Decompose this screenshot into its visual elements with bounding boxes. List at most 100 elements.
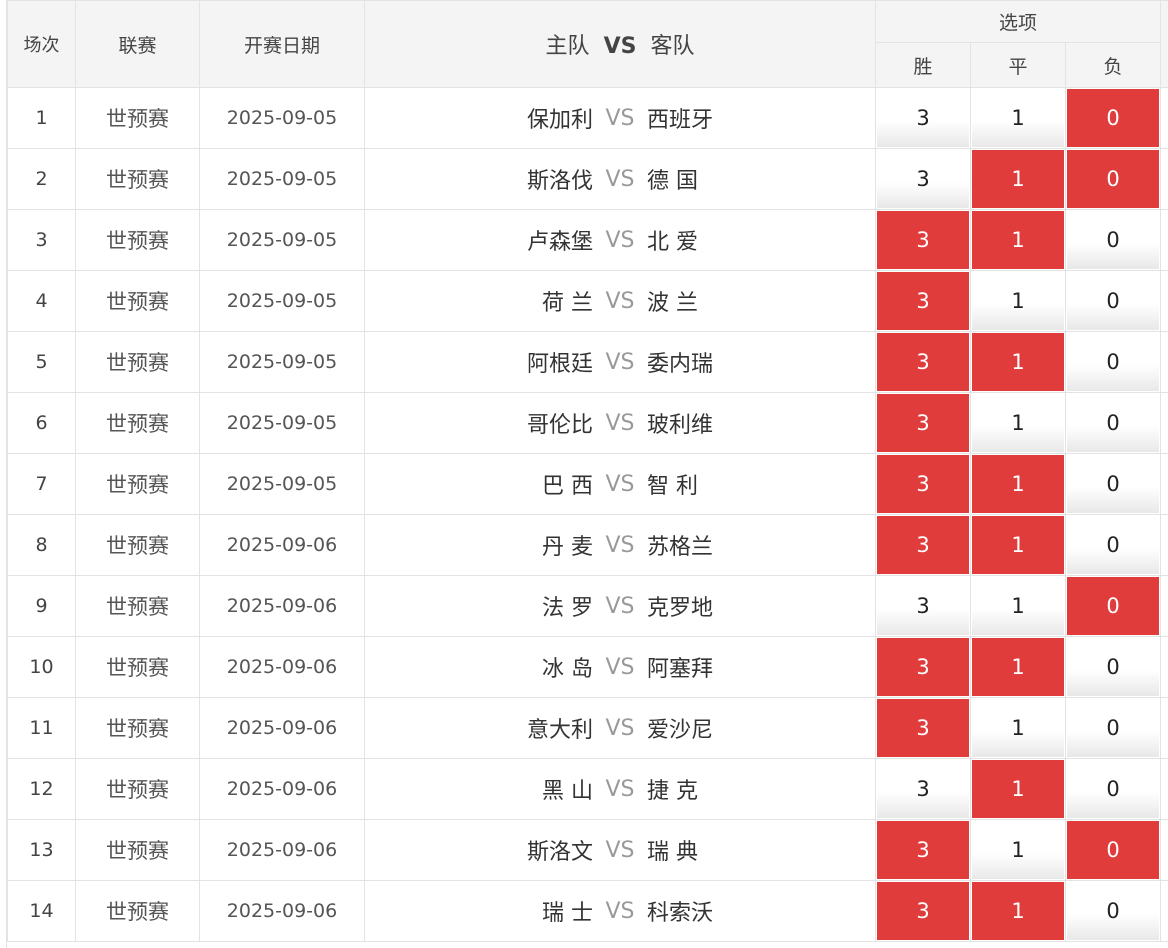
- header-index: 场次: [7, 0, 76, 88]
- vs-label: VS: [605, 715, 635, 741]
- match-teams: 保加利 VS 西班牙: [364, 87, 876, 149]
- option-lose-button[interactable]: 0: [1067, 272, 1160, 330]
- option-lose-button[interactable]: 0: [1067, 699, 1160, 757]
- option-lose-button[interactable]: 0: [1067, 821, 1160, 879]
- option-win-button[interactable]: 3: [877, 821, 969, 879]
- match-index: 10: [7, 636, 76, 698]
- vs-label: VS: [605, 349, 635, 375]
- vs-label: VS: [605, 288, 635, 314]
- option-draw-button[interactable]: 1: [972, 638, 1064, 696]
- away-team: 玻利维: [647, 413, 714, 438]
- vs-label: VS: [605, 776, 635, 802]
- option-win-button[interactable]: 3: [877, 211, 969, 269]
- match-teams: 冰 岛 VS 阿塞拜: [364, 636, 876, 698]
- league-name: 世预赛: [75, 87, 200, 149]
- vs-label: VS: [605, 471, 635, 497]
- row-spacer: [1160, 636, 1168, 698]
- option-lose-button[interactable]: 0: [1067, 516, 1160, 574]
- vs-label: VS: [605, 837, 635, 863]
- option-lose-button[interactable]: 0: [1067, 89, 1160, 147]
- match-date: 2025-09-06: [199, 758, 365, 820]
- option-lose-button[interactable]: 0: [1067, 394, 1160, 452]
- option-lose-button[interactable]: 0: [1067, 638, 1160, 696]
- option-win-button[interactable]: 3: [877, 638, 969, 696]
- match-teams: 丹 麦 VS 苏格兰: [364, 514, 876, 576]
- league-name: 世预赛: [75, 331, 200, 393]
- row-spacer: [1160, 331, 1168, 393]
- option-win-button[interactable]: 3: [877, 699, 969, 757]
- header-win: 胜: [875, 42, 971, 88]
- table-row: 5 世预赛 2025-09-05 阿根廷 VS 委内瑞 3 1 0: [7, 331, 1168, 393]
- table-row: 11 世预赛 2025-09-06 意大利 VS 爱沙尼 3 1 0: [7, 697, 1168, 759]
- option-draw-button[interactable]: 1: [972, 577, 1064, 635]
- option-win-button[interactable]: 3: [877, 89, 969, 147]
- league-name: 世预赛: [75, 148, 200, 210]
- match-teams: 黑 山 VS 捷 克: [364, 758, 876, 820]
- option-draw-button[interactable]: 1: [972, 699, 1064, 757]
- vs-label: VS: [605, 654, 635, 680]
- match-teams: 斯洛文 VS 瑞 典: [364, 819, 876, 881]
- option-lose-button[interactable]: 0: [1067, 211, 1160, 269]
- league-name: 世预赛: [75, 575, 200, 637]
- match-index: 6: [7, 392, 76, 454]
- match-table-container: 场次 联赛 开赛日期 主队 VS 客队 选项 胜 平 负 1 世预赛 2025-09…: [6, 0, 1168, 948]
- option-draw-button[interactable]: 1: [972, 150, 1064, 208]
- home-team: 阿根廷: [526, 352, 593, 377]
- vs-label: VS: [605, 166, 635, 192]
- match-date: 2025-09-05: [199, 209, 365, 271]
- option-draw-button[interactable]: 1: [972, 516, 1064, 574]
- header-options: 选项: [874, 0, 1162, 43]
- option-lose-button[interactable]: 0: [1067, 455, 1160, 513]
- table-row: 9 世预赛 2025-09-06 法 罗 VS 克罗地 3 1 0: [7, 575, 1168, 637]
- row-spacer: [1160, 514, 1168, 576]
- row-spacer: [1160, 758, 1168, 820]
- option-lose-button[interactable]: 0: [1067, 150, 1160, 208]
- option-draw-button[interactable]: 1: [972, 211, 1064, 269]
- away-team: 北 爱: [647, 230, 698, 255]
- row-spacer: [1160, 392, 1168, 454]
- league-name: 世预赛: [75, 209, 200, 271]
- option-lose-button[interactable]: 0: [1067, 577, 1160, 635]
- match-date: 2025-09-06: [199, 880, 365, 942]
- match-index: 5: [7, 331, 76, 393]
- option-win-button[interactable]: 3: [877, 394, 969, 452]
- home-team: 卢森堡: [526, 230, 593, 255]
- option-win-button[interactable]: 3: [877, 150, 969, 208]
- option-draw-button[interactable]: 1: [972, 333, 1064, 391]
- league-name: 世预赛: [75, 270, 200, 332]
- row-spacer: [1160, 697, 1168, 759]
- vs-label: VS: [605, 898, 635, 924]
- option-draw-button[interactable]: 1: [972, 272, 1064, 330]
- option-draw-button[interactable]: 1: [972, 821, 1064, 879]
- option-win-button[interactable]: 3: [877, 272, 969, 330]
- table-row: 13 世预赛 2025-09-06 斯洛文 VS 瑞 典 3 1 0: [7, 819, 1168, 881]
- away-team: 瑞 典: [647, 840, 698, 865]
- home-team: 斯洛文: [526, 840, 593, 865]
- match-table: 场次 联赛 开赛日期 主队 VS 客队 选项 胜 平 负 1 世预赛 2025-09…: [7, 0, 1168, 942]
- option-draw-button[interactable]: 1: [972, 394, 1064, 452]
- match-index: 12: [7, 758, 76, 820]
- option-draw-button[interactable]: 1: [972, 882, 1064, 940]
- table-row: 2 世预赛 2025-09-05 斯洛伐 VS 德 国 3 1 0: [7, 148, 1168, 210]
- match-index: 2: [7, 148, 76, 210]
- option-draw-button[interactable]: 1: [972, 89, 1064, 147]
- away-team: 德 国: [647, 169, 698, 194]
- table-row: 3 世预赛 2025-09-05 卢森堡 VS 北 爱 3 1 0: [7, 209, 1168, 271]
- row-spacer: [1160, 453, 1168, 515]
- match-date: 2025-09-05: [199, 148, 365, 210]
- option-win-button[interactable]: 3: [877, 577, 969, 635]
- league-name: 世预赛: [75, 697, 200, 759]
- option-win-button[interactable]: 3: [877, 455, 969, 513]
- option-win-button[interactable]: 3: [877, 760, 969, 818]
- option-lose-button[interactable]: 0: [1067, 760, 1160, 818]
- option-lose-button[interactable]: 0: [1067, 882, 1160, 940]
- option-lose-button[interactable]: 0: [1067, 333, 1160, 391]
- option-win-button[interactable]: 3: [877, 882, 969, 940]
- match-date: 2025-09-06: [199, 636, 365, 698]
- option-draw-button[interactable]: 1: [972, 760, 1064, 818]
- option-win-button[interactable]: 3: [877, 333, 969, 391]
- option-draw-button[interactable]: 1: [972, 455, 1064, 513]
- match-date: 2025-09-06: [199, 819, 365, 881]
- league-name: 世预赛: [75, 636, 200, 698]
- option-win-button[interactable]: 3: [877, 516, 969, 574]
